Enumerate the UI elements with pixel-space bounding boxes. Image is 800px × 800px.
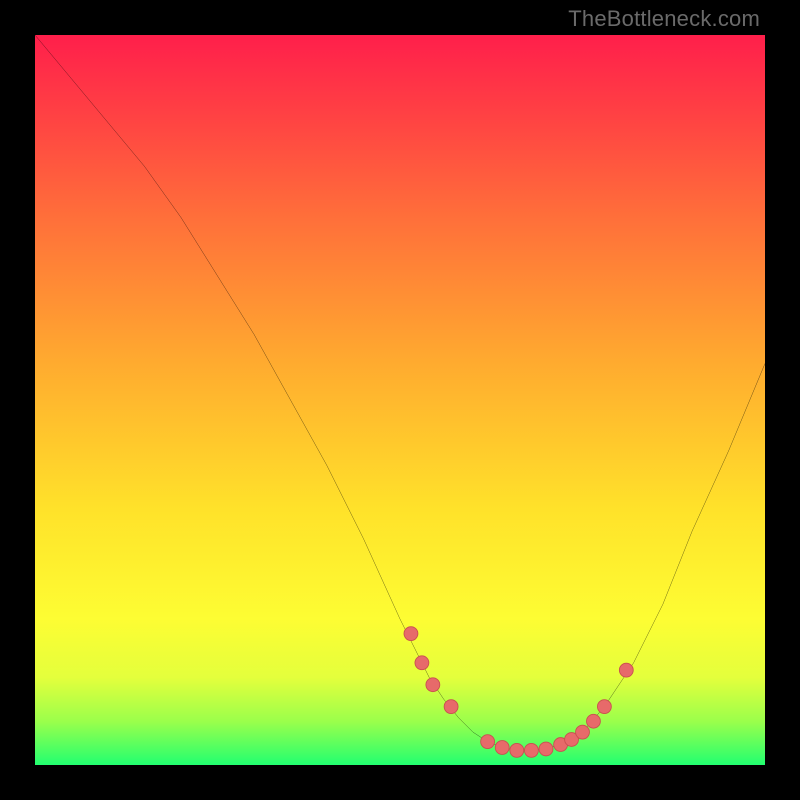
curve-marker [597,700,611,714]
curve-marker [415,656,429,670]
curve-marker [510,743,524,757]
plot-area [35,35,765,765]
curve-marker [576,725,590,739]
curve-marker [495,741,509,755]
bottleneck-curve [35,35,765,750]
curve-svg [35,35,765,765]
curve-marker [539,742,553,756]
curve-marker [481,735,495,749]
curve-marker [619,663,633,677]
curve-marker [524,743,538,757]
watermark-text: TheBottleneck.com [568,6,760,32]
chart-stage: TheBottleneck.com [0,0,800,800]
curve-marker [587,714,601,728]
curve-marker [426,678,440,692]
curve-marker [404,627,418,641]
curve-markers [404,627,633,758]
curve-marker [444,700,458,714]
